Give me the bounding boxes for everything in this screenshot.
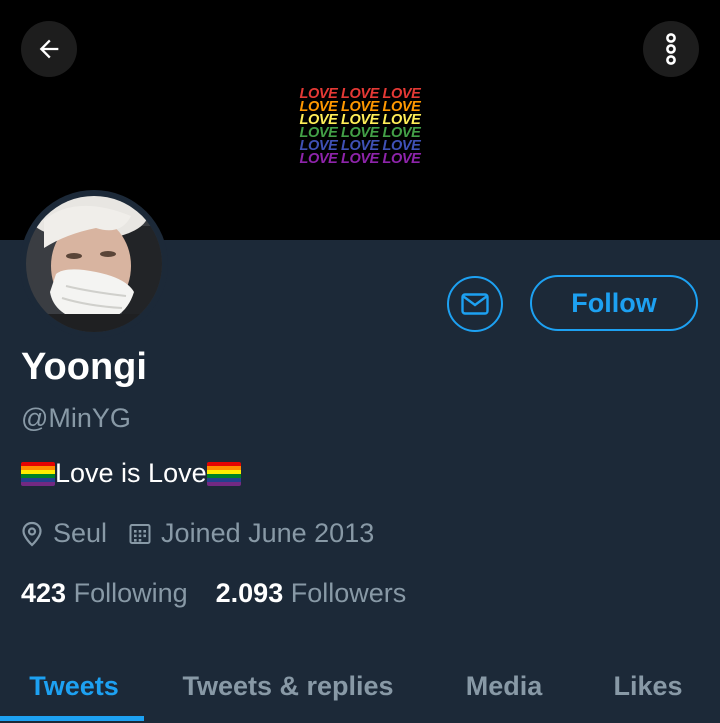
- more-options-button[interactable]: [643, 21, 699, 77]
- back-button[interactable]: [21, 21, 77, 77]
- user-handle: @MinYG: [21, 403, 131, 433]
- followers-label: Followers: [290, 578, 407, 608]
- following-link[interactable]: 423 Following: [21, 578, 188, 609]
- tab-tweets-and-replies[interactable]: Tweets & replies: [170, 650, 406, 723]
- followers-count: 2.093: [215, 578, 284, 608]
- tab-media[interactable]: Media: [452, 650, 556, 723]
- display-name: Yoongi: [21, 346, 147, 388]
- love-art: LOVE LOVE LOVE LOVE LOVE LOVE LOVE LOVE …: [280, 87, 440, 167]
- rainbow-flag-icon: [206, 461, 241, 486]
- tab-likes[interactable]: Likes: [598, 650, 698, 723]
- profile-meta: Seul Joined June 2013: [21, 518, 374, 549]
- profile-tabs: Tweets Tweets & replies Media Likes: [0, 650, 720, 723]
- follow-counts: 423 Following 2.093 Followers: [21, 578, 406, 609]
- avatar[interactable]: [20, 190, 168, 338]
- rainbow-flag-icon: [21, 461, 55, 486]
- love-line: LOVE LOVE LOVE: [299, 151, 421, 167]
- bio-text: Love is Love: [55, 458, 207, 488]
- location-pin-icon: [21, 521, 43, 547]
- joined-date-text: Joined June 2013: [161, 518, 375, 548]
- arrow-left-icon: [39, 39, 59, 59]
- calendar-icon: [129, 523, 151, 545]
- active-tab-indicator: [0, 716, 144, 721]
- following-count: 423: [21, 578, 67, 608]
- tab-tweets[interactable]: Tweets: [0, 650, 148, 723]
- avatar-photo: [26, 196, 162, 332]
- followers-link[interactable]: 2.093 Followers: [216, 578, 407, 609]
- following-label: Following: [73, 578, 188, 608]
- envelope-icon: [461, 293, 489, 315]
- follow-button[interactable]: Follow: [530, 275, 698, 331]
- message-button[interactable]: [447, 276, 503, 332]
- bio: Love is Love: [21, 458, 241, 489]
- more-vertical-icon: [666, 33, 676, 65]
- location-text: Seul: [53, 518, 108, 548]
